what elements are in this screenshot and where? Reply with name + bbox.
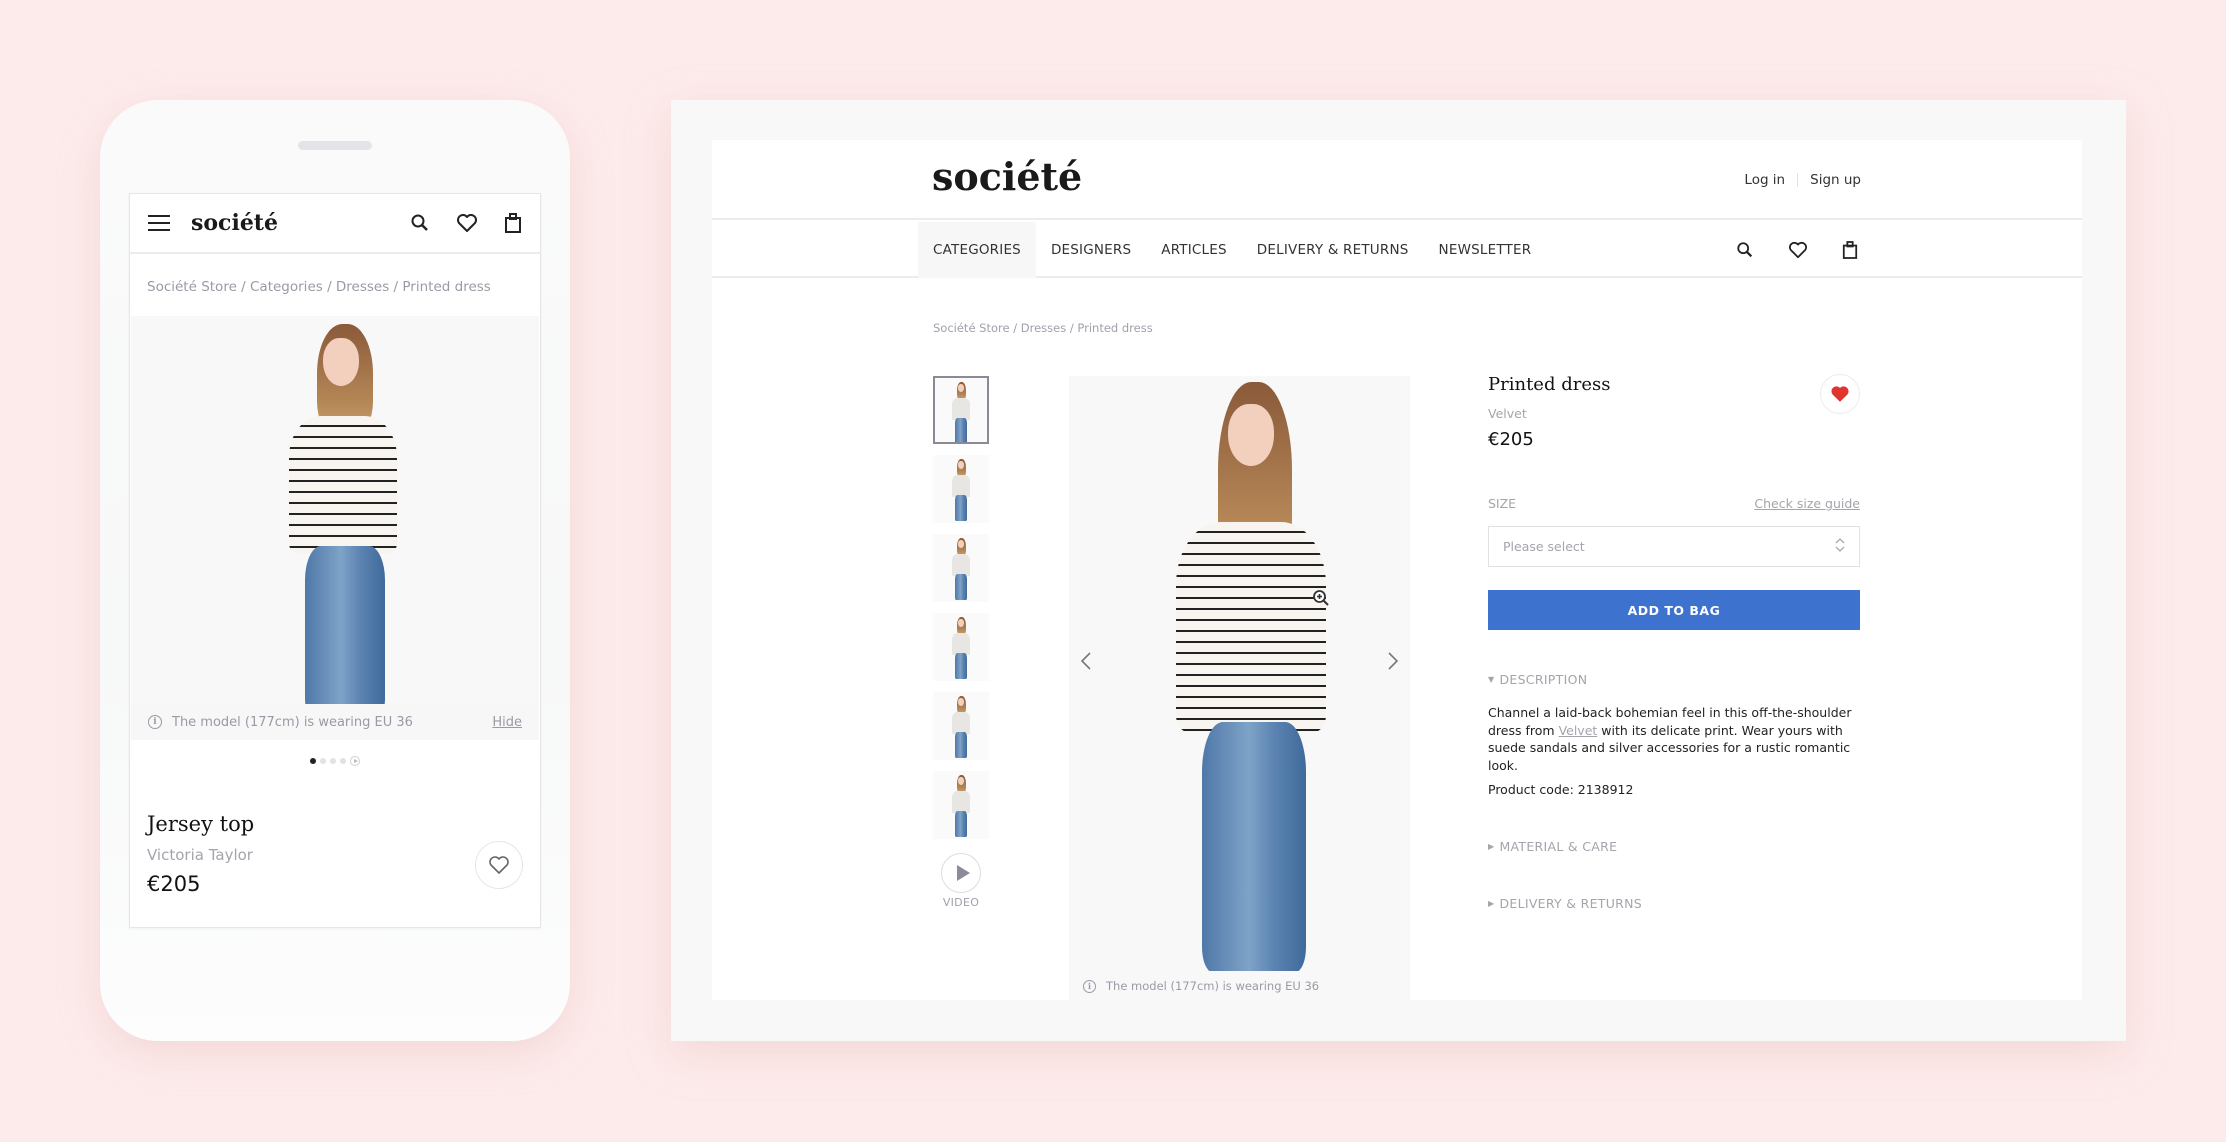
- nav-articles[interactable]: ARTICLES: [1146, 222, 1242, 278]
- nav-categories[interactable]: CATEGORIES: [918, 222, 1036, 278]
- info-icon: i: [148, 715, 162, 729]
- accordion-label: DELIVERY & RETURNS: [1499, 896, 1643, 911]
- accordion-label: DESCRIPTION: [1499, 672, 1588, 687]
- product-price: €205: [147, 872, 201, 896]
- nav-delivery-returns[interactable]: DELIVERY & RETURNS: [1242, 222, 1424, 278]
- logo[interactable]: société: [932, 154, 1082, 199]
- menu-icon[interactable]: [148, 215, 170, 231]
- size-caption: i The model (177cm) is wearing EU 36: [1069, 971, 1410, 1001]
- heart-outline-icon: [489, 856, 509, 874]
- heart-icon[interactable]: [1788, 240, 1808, 260]
- heart-icon[interactable]: [456, 213, 478, 233]
- product-code: Product code: 2138912: [1488, 782, 1634, 797]
- video-label: VIDEO: [942, 896, 980, 909]
- main-nav: CATEGORIES DESIGNERS ARTICLES DELIVERY &…: [712, 222, 2082, 278]
- description-text: Channel a laid-back bohemian feel in thi…: [1488, 704, 1860, 774]
- size-select-value: Please select: [1503, 539, 1585, 554]
- search-icon[interactable]: [410, 213, 430, 233]
- carousel-dot[interactable]: [320, 758, 326, 764]
- favorite-button[interactable]: [1820, 374, 1860, 414]
- search-icon[interactable]: [1736, 240, 1754, 260]
- desktop-browser-frame: société Log in Sign up CATEGORIES DESIGN…: [671, 100, 2126, 1041]
- size-label: SIZE: [1488, 496, 1517, 511]
- size-caption: i The model (177cm) is wearing EU 36 Hid…: [131, 704, 539, 740]
- accordion-material-care[interactable]: ▶ MATERIAL & CARE: [1488, 839, 1860, 854]
- mobile-device-frame: société Société Store / Categories / Dre…: [100, 100, 570, 1041]
- product-brand[interactable]: Victoria Taylor: [147, 846, 523, 864]
- mobile-product-info: Jersey top Victoria Taylor €205: [130, 766, 540, 896]
- favorite-button[interactable]: [475, 841, 523, 889]
- caret-right-icon: ▶: [1488, 842, 1495, 851]
- auth-links: Log in Sign up: [1744, 172, 1861, 188]
- divider: [1797, 173, 1799, 187]
- accordion-delivery-returns[interactable]: ▶ DELIVERY & RETURNS: [1488, 896, 1860, 911]
- phone-speaker: [298, 141, 372, 150]
- model-photo: [255, 324, 415, 704]
- signup-link[interactable]: Sign up: [1810, 172, 1861, 188]
- product-title: Jersey top: [147, 812, 255, 836]
- mobile-screen: société Société Store / Categories / Dre…: [129, 193, 541, 928]
- next-image-arrow[interactable]: [1378, 646, 1408, 676]
- desktop-screen: société Log in Sign up CATEGORIES DESIGN…: [712, 140, 2082, 1001]
- accordion-label: MATERIAL & CARE: [1499, 839, 1618, 854]
- play-icon: [941, 853, 981, 893]
- caption-text: The model (177cm) is wearing EU 36: [172, 714, 413, 730]
- model-photo: [1140, 382, 1340, 971]
- product-details: Printed dress Velvet €205 SIZE Check siz…: [1488, 374, 1860, 911]
- brand-link[interactable]: Velvet: [1559, 723, 1598, 738]
- video-button[interactable]: VIDEO: [933, 853, 989, 909]
- previous-image-arrow[interactable]: [1071, 646, 1101, 676]
- carousel-dot[interactable]: [330, 758, 336, 764]
- caret-down-icon: ▼: [1488, 675, 1495, 684]
- size-guide-link[interactable]: Check size guide: [1754, 496, 1860, 511]
- carousel-dots: [130, 756, 540, 766]
- nav-designers[interactable]: DESIGNERS: [1036, 222, 1146, 278]
- size-row: SIZE Check size guide: [1488, 496, 1860, 511]
- shopping-bag-icon[interactable]: [1842, 240, 1858, 260]
- caption-text: The model (177cm) is wearing EU 36: [1106, 979, 1320, 993]
- product-brand[interactable]: Velvet: [1488, 406, 1860, 421]
- accordion-description[interactable]: ▼ DESCRIPTION: [1488, 672, 1860, 687]
- product-price: €205: [1488, 429, 1534, 450]
- add-to-bag-button[interactable]: ADD TO BAG: [1488, 590, 1860, 630]
- desktop-header: société Log in Sign up: [712, 140, 2082, 220]
- login-link[interactable]: Log in: [1744, 172, 1785, 188]
- thumbnail[interactable]: [933, 534, 989, 602]
- product-image[interactable]: [131, 316, 539, 704]
- thumbnail[interactable]: [933, 455, 989, 523]
- zoom-in-icon[interactable]: [1312, 589, 1330, 612]
- breadcrumb[interactable]: Société Store / Categories / Dresses / P…: [130, 254, 540, 316]
- hide-link[interactable]: Hide: [492, 715, 522, 730]
- thumbnail-list: [933, 376, 989, 850]
- thumbnail[interactable]: [933, 771, 989, 839]
- thumbnail[interactable]: [933, 613, 989, 681]
- chevron-up-down-icon: [1835, 537, 1845, 556]
- size-select[interactable]: Please select: [1488, 526, 1860, 567]
- product-title: Printed dress: [1488, 374, 1611, 395]
- carousel-dot[interactable]: [340, 758, 346, 764]
- video-dot-icon[interactable]: [350, 756, 360, 766]
- breadcrumb[interactable]: Société Store / Dresses / Printed dress: [933, 321, 1153, 335]
- main-product-image[interactable]: [1069, 376, 1410, 971]
- shopping-bag-icon[interactable]: [504, 212, 522, 234]
- mobile-header: société: [130, 194, 540, 254]
- info-icon: i: [1083, 979, 1096, 993]
- heart-filled-icon: [1831, 386, 1849, 402]
- logo[interactable]: société: [191, 210, 278, 236]
- thumbnail[interactable]: [933, 692, 989, 760]
- carousel-dot[interactable]: [310, 758, 316, 764]
- nav-newsletter[interactable]: NEWSLETTER: [1424, 222, 1547, 278]
- caret-right-icon: ▶: [1488, 899, 1495, 908]
- thumbnail[interactable]: [933, 376, 989, 444]
